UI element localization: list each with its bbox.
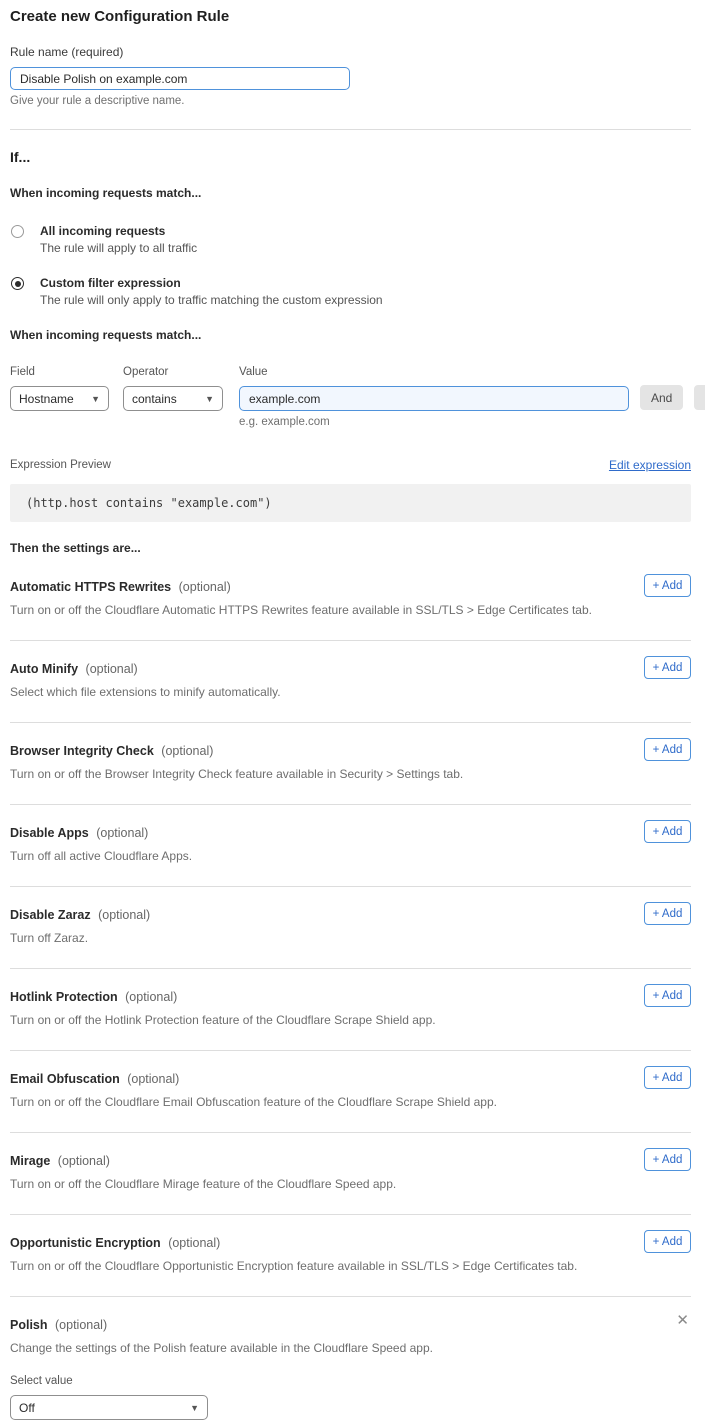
match-heading: When incoming requests match... bbox=[10, 186, 691, 200]
setting-name: Auto Minify bbox=[10, 662, 78, 676]
setting-optional-tag: (optional) bbox=[125, 990, 177, 1004]
setting-description: Change the settings of the Polish featur… bbox=[10, 1341, 691, 1355]
setting-optional-tag: (optional) bbox=[55, 1318, 107, 1332]
page-title: Create new Configuration Rule bbox=[10, 8, 691, 25]
setting-optional-tag: (optional) bbox=[161, 744, 213, 758]
setting-row-hotlink-protection: Hotlink Protection (optional) Turn on or… bbox=[10, 969, 691, 1051]
expression-preview-code: (http.host contains "example.com") bbox=[10, 484, 691, 522]
expression-builder-heading: When incoming requests match... bbox=[10, 328, 691, 342]
setting-row-mirage: Mirage (optional) Turn on or off the Clo… bbox=[10, 1133, 691, 1215]
chevron-down-icon: ▼ bbox=[190, 1403, 199, 1413]
expression-preview-label: Expression Preview bbox=[10, 459, 111, 471]
setting-name: Mirage bbox=[10, 1154, 50, 1168]
setting-row-disable-apps: Disable Apps (optional) Turn off all act… bbox=[10, 805, 691, 887]
section-divider bbox=[10, 129, 691, 130]
radio-option-all-incoming-requests[interactable]: All incoming requests The rule will appl… bbox=[10, 224, 691, 255]
close-icon[interactable]: ✕ bbox=[676, 1313, 689, 1328]
add-setting-button[interactable]: + Add bbox=[644, 902, 691, 925]
setting-name: Polish bbox=[10, 1318, 48, 1332]
field-label: Field bbox=[10, 366, 109, 378]
rule-name-helper: Give your rule a descriptive name. bbox=[10, 95, 691, 107]
setting-name: Hotlink Protection bbox=[10, 990, 118, 1004]
radio-option-label: Custom filter expression bbox=[40, 276, 383, 290]
edit-expression-link[interactable]: Edit expression bbox=[609, 458, 691, 472]
add-setting-button[interactable]: + Add bbox=[644, 984, 691, 1007]
setting-optional-tag: (optional) bbox=[58, 1154, 110, 1168]
radio-option-description: The rule will apply to all traffic bbox=[40, 241, 197, 255]
request-match-radio-group: All incoming requests The rule will appl… bbox=[10, 224, 691, 307]
setting-optional-tag: (optional) bbox=[86, 662, 138, 676]
setting-name: Browser Integrity Check bbox=[10, 744, 154, 758]
setting-name: Opportunistic Encryption bbox=[10, 1236, 161, 1250]
setting-description: Turn on or off the Cloudflare Opportunis… bbox=[10, 1259, 691, 1273]
setting-name: Automatic HTTPS Rewrites bbox=[10, 580, 171, 594]
add-setting-button[interactable]: + Add bbox=[644, 1230, 691, 1253]
setting-description: Turn on or off the Cloudflare Email Obfu… bbox=[10, 1095, 691, 1109]
rule-name-input[interactable] bbox=[10, 67, 350, 90]
setting-row-email-obfuscation: Email Obfuscation (optional) Turn on or … bbox=[10, 1051, 691, 1133]
setting-optional-tag: (optional) bbox=[168, 1236, 220, 1250]
setting-description: Turn off all active Cloudflare Apps. bbox=[10, 849, 691, 863]
setting-row-disable-zaraz: Disable Zaraz (optional) Turn off Zaraz.… bbox=[10, 887, 691, 969]
field-select[interactable]: Hostname ▼ bbox=[10, 386, 109, 411]
add-setting-button[interactable]: + Add bbox=[644, 656, 691, 679]
radio-option-description: The rule will only apply to traffic matc… bbox=[40, 293, 383, 307]
and-button[interactable]: And bbox=[640, 385, 683, 410]
radio-button-icon[interactable] bbox=[11, 225, 24, 238]
setting-description: Turn on or off the Hotlink Protection fe… bbox=[10, 1013, 691, 1027]
setting-description: Turn on or off the Browser Integrity Che… bbox=[10, 767, 691, 781]
add-setting-button[interactable]: + Add bbox=[644, 820, 691, 843]
radio-option-label: All incoming requests bbox=[40, 224, 197, 238]
polish-value-select[interactable]: Off ▼ bbox=[10, 1395, 208, 1420]
add-setting-button[interactable]: + Add bbox=[644, 574, 691, 597]
setting-row-auto-minify: Auto Minify (optional) Select which file… bbox=[10, 641, 691, 723]
expression-builder: Field Hostname ▼ Operator contains ▼ Val… bbox=[10, 366, 691, 428]
setting-name: Disable Apps bbox=[10, 826, 89, 840]
radio-button-icon[interactable] bbox=[11, 277, 24, 290]
polish-select-label: Select value bbox=[10, 1375, 691, 1387]
setting-description: Turn on or off the Cloudflare Mirage fea… bbox=[10, 1177, 691, 1191]
setting-description: Turn on or off the Cloudflare Automatic … bbox=[10, 603, 691, 617]
value-label: Value bbox=[239, 366, 629, 378]
settings-list: Automatic HTTPS Rewrites (optional) Turn… bbox=[10, 559, 691, 1297]
setting-optional-tag: (optional) bbox=[96, 826, 148, 840]
value-input[interactable] bbox=[239, 386, 629, 411]
if-heading: If... bbox=[10, 149, 691, 165]
chevron-down-icon: ▼ bbox=[205, 394, 214, 404]
field-select-value: Hostname bbox=[19, 392, 74, 406]
setting-row-opportunistic-encryption: Opportunistic Encryption (optional) Turn… bbox=[10, 1215, 691, 1297]
rule-name-section: Rule name (required) Give your rule a de… bbox=[10, 45, 691, 107]
setting-name: Disable Zaraz bbox=[10, 908, 91, 922]
setting-row-browser-integrity-check: Browser Integrity Check (optional) Turn … bbox=[10, 723, 691, 805]
add-setting-button[interactable]: + Add bbox=[644, 738, 691, 761]
operator-label: Operator bbox=[123, 366, 223, 378]
polish-select-value: Off bbox=[19, 1401, 35, 1415]
setting-optional-tag: (optional) bbox=[179, 580, 231, 594]
operator-select[interactable]: contains ▼ bbox=[123, 386, 223, 411]
setting-optional-tag: (optional) bbox=[98, 908, 150, 922]
value-helper: e.g. example.com bbox=[239, 416, 629, 428]
then-settings-heading: Then the settings are... bbox=[10, 541, 691, 555]
rule-name-label: Rule name (required) bbox=[10, 45, 691, 59]
add-setting-button[interactable]: + Add bbox=[644, 1148, 691, 1171]
setting-description: Select which file extensions to minify a… bbox=[10, 685, 691, 699]
or-button[interactable]: Or bbox=[694, 385, 705, 410]
add-setting-button[interactable]: + Add bbox=[644, 1066, 691, 1089]
chevron-down-icon: ▼ bbox=[91, 394, 100, 404]
setting-row-automatic-https-rewrites: Automatic HTTPS Rewrites (optional) Turn… bbox=[10, 559, 691, 641]
setting-name: Email Obfuscation bbox=[10, 1072, 120, 1086]
setting-row-polish: Polish (optional) ✕ Change the settings … bbox=[10, 1297, 691, 1420]
operator-select-value: contains bbox=[132, 392, 177, 406]
radio-option-custom-filter-expression[interactable]: Custom filter expression The rule will o… bbox=[10, 276, 691, 307]
setting-description: Turn off Zaraz. bbox=[10, 931, 691, 945]
create-configuration-rule-page: Create new Configuration Rule Rule name … bbox=[0, 0, 705, 1420]
setting-optional-tag: (optional) bbox=[127, 1072, 179, 1086]
